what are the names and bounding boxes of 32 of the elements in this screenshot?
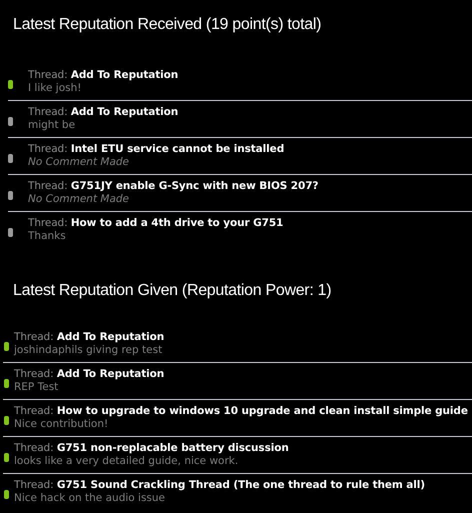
comment-text: REP Test <box>14 381 60 394</box>
section-title: Latest Reputation Given (Reputation Power: 1) <box>13 281 332 301</box>
comment-text: No Comment Made <box>28 193 130 206</box>
thread-link[interactable]: Intel ETU service cannot be installed <box>70 143 284 155</box>
thread-label: Thread: <box>14 479 54 491</box>
comment-text: I like josh! <box>28 82 82 95</box>
thread-link[interactable]: Add To Reputation <box>56 368 164 380</box>
thread-label: Thread: <box>28 106 68 118</box>
thread-link[interactable]: G751JY enable G-Sync with new BIOS 207? <box>70 180 318 192</box>
thread-label: Thread: <box>14 368 54 380</box>
comment-text: No Comment Made <box>28 156 130 169</box>
thread-link[interactable]: Add To Reputation <box>70 69 178 81</box>
thread-label: Thread: <box>28 217 68 229</box>
comment-text: Thanks <box>28 230 67 243</box>
thread-label: Thread: <box>28 69 68 81</box>
comment-text: Nice hack on the audio issue <box>14 492 166 505</box>
thread-link[interactable]: Add To Reputation <box>70 106 178 118</box>
thread-label: Thread: <box>28 143 68 155</box>
comment-text: joshindaphils giving rep test <box>14 344 164 357</box>
thread-link[interactable]: G751 non-replacable battery discussion <box>56 442 289 454</box>
thread-link[interactable]: How to upgrade to windows 10 upgrade and clean install simple guide <box>56 405 468 417</box>
thread-link[interactable]: G751 Sound Crackling Thread (The one thread to rule them all) <box>56 479 425 491</box>
comment-text: looks like a very detailed guide, nice work. <box>14 455 240 468</box>
thread-label: Thread: <box>28 180 68 192</box>
comment-text: might be <box>28 119 76 132</box>
thread-link[interactable]: Add To Reputation <box>56 331 164 343</box>
thread-label: Thread: <box>14 442 54 454</box>
section-title: Latest Reputation Received (19 point(s) total) <box>13 15 322 35</box>
thread-link[interactable]: How to add a 4th drive to your G751 <box>70 217 284 229</box>
comment-text: Nice contribution! <box>14 418 110 431</box>
thread-label: Thread: <box>14 331 54 343</box>
thread-label: Thread: <box>14 405 54 417</box>
